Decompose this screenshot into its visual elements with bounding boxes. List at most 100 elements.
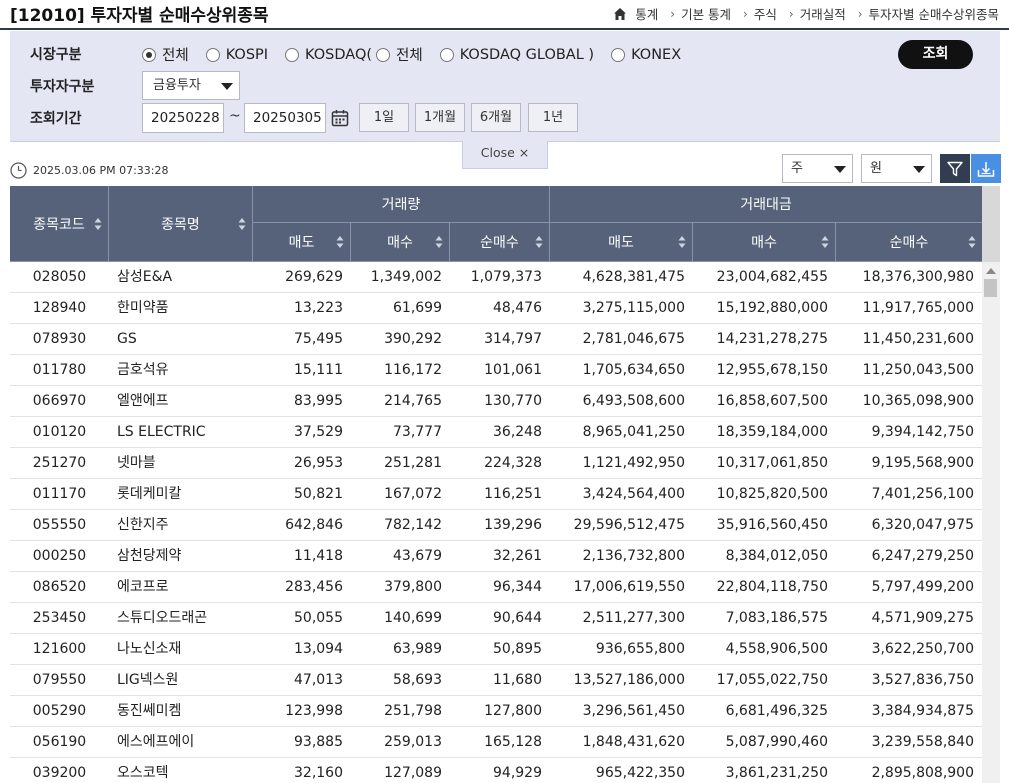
breadcrumb-item-stats[interactable]: 통계 xyxy=(635,4,658,23)
cell-amount-buy: 18,359,184,000 xyxy=(716,424,828,440)
column-header-volume-sell[interactable]: 매도 xyxy=(253,223,351,262)
radio-market-all[interactable]: 전체 xyxy=(142,44,189,65)
radio-market-kosdaq-global[interactable]: KOSDAQ GLOBAL ) xyxy=(439,47,594,63)
sort-icon[interactable] xyxy=(238,217,246,231)
cell-volume-net: 165,128 xyxy=(484,734,542,750)
table-row[interactable]: 010120 LS ELECTRIC 37,529 73,777 36,248 8,965… xyxy=(10,417,982,448)
sort-icon[interactable] xyxy=(94,217,102,231)
cell-amount-net: 2,895,808,900 xyxy=(871,765,974,781)
table-row[interactable]: 079550 LIG넥스원 47,013 58,693 11,680 13,527,186… xyxy=(10,665,982,696)
currency-unit-select[interactable]: 원 xyxy=(861,154,932,183)
radio-unchecked-icon[interactable] xyxy=(285,47,300,62)
table-row[interactable]: 066970 엘앤에프 83,995 214,765 130,770 6,493,508,… xyxy=(10,386,982,417)
table-row[interactable]: 039200 오스코텍 32,160 127,089 94,929 965,422,350… xyxy=(10,758,982,783)
column-header-volume-net[interactable]: 순매수 xyxy=(450,223,550,262)
table-row[interactable]: 251270 넷마블 26,953 251,281 224,328 1,121,492,9… xyxy=(10,448,982,479)
radio-unchecked-icon[interactable] xyxy=(376,47,391,62)
cell-volume-net: 116,251 xyxy=(484,486,542,502)
investor-select[interactable]: 금융투자 xyxy=(142,71,240,100)
scrollbar-thumb[interactable] xyxy=(984,279,997,297)
cell-volume-net: 139,296 xyxy=(484,517,542,533)
table-row[interactable]: 000250 삼천당제약 11,418 43,679 32,261 2,136,732,8… xyxy=(10,541,982,572)
download-button[interactable] xyxy=(971,154,1001,183)
period-button-1m[interactable]: 1개월 xyxy=(415,103,465,132)
breadcrumb-item-stock[interactable]: 주식 xyxy=(754,4,777,23)
cell-amount-net: 3,622,250,700 xyxy=(871,641,974,657)
column-header-label: 순매수 xyxy=(889,235,929,251)
share-unit-select[interactable]: 주 xyxy=(782,154,853,183)
table-row[interactable]: 086520 에코프로 283,456 379,800 96,344 17,006,619… xyxy=(10,572,982,603)
cell-volume-sell: 283,456 xyxy=(285,579,343,595)
sort-icon[interactable] xyxy=(535,235,543,249)
column-header-name[interactable]: 종목명 xyxy=(109,186,253,262)
calendar-button[interactable] xyxy=(328,103,352,133)
close-panel-button[interactable]: Close × xyxy=(462,141,548,169)
cell-volume-buy: 127,089 xyxy=(384,765,442,781)
cell-amount-sell: 6,493,508,600 xyxy=(582,393,685,409)
radio-market-kosdaq-all[interactable]: 전체 xyxy=(376,44,423,65)
cell-amount-buy: 17,055,022,750 xyxy=(716,672,828,688)
sort-icon[interactable] xyxy=(821,235,829,249)
table-row[interactable]: 011170 롯데케미칼 50,821 167,072 116,251 3,424,564… xyxy=(10,479,982,510)
cell-amount-net: 18,376,300,980 xyxy=(862,269,974,285)
table-row[interactable]: 005290 동진쎄미켐 123,998 251,798 127,800 3,296,56… xyxy=(10,696,982,727)
table-row[interactable]: 028050 삼성E&A 269,629 1,349,002 1,079,373 4,62… xyxy=(10,262,982,293)
table-row[interactable]: 055550 신한지주 642,846 782,142 139,296 29,596,51… xyxy=(10,510,982,541)
cell-amount-buy: 14,231,278,275 xyxy=(716,331,828,347)
sort-icon[interactable] xyxy=(678,235,686,249)
column-header-label: 매도 xyxy=(288,235,315,251)
sort-icon[interactable] xyxy=(435,235,443,249)
period-button-6m[interactable]: 6개월 xyxy=(471,103,521,132)
table-header: 종목코드 종목명 거래량 거래대금 매도 매수 순매수 매도 매수 순매수 xyxy=(10,186,982,262)
column-header-amount-buy[interactable]: 매수 xyxy=(693,223,836,262)
cell-amount-buy: 5,087,990,460 xyxy=(725,734,828,750)
cell-amount-buy: 23,004,682,455 xyxy=(716,269,828,285)
cell-amount-sell: 965,422,350 xyxy=(595,765,685,781)
radio-market-konex[interactable]: KONEX xyxy=(611,47,681,63)
table-row[interactable]: 078930 GS 75,495 390,292 314,797 2,781,046,67… xyxy=(10,324,982,355)
cell-volume-buy: 167,072 xyxy=(384,486,442,502)
cell-amount-net: 10,365,098,900 xyxy=(862,393,974,409)
radio-label: KOSPI xyxy=(225,46,269,63)
table-row[interactable]: 011780 금호석유 15,111 116,172 101,061 1,705,634,… xyxy=(10,355,982,386)
radio-checked-icon[interactable] xyxy=(142,47,156,62)
date-from-input[interactable]: 20250228 xyxy=(142,103,224,133)
search-button[interactable]: 조회 xyxy=(898,40,973,69)
breadcrumb-item-current[interactable]: 투자자별 순매수상위종목 xyxy=(869,4,999,23)
breadcrumb-item-trade-results[interactable]: 거래실적 xyxy=(800,4,846,23)
breadcrumb-item-basic-stats[interactable]: 기본 통계 xyxy=(681,4,731,23)
radio-market-kosdaq[interactable]: KOSDAQ( xyxy=(285,47,372,63)
cell-amount-buy: 22,804,118,750 xyxy=(716,579,828,595)
cell-name: 삼성E&A xyxy=(117,269,173,285)
table-row[interactable]: 128940 한미약품 13,223 61,699 48,476 3,275,115,00… xyxy=(10,293,982,324)
sort-icon[interactable] xyxy=(968,235,976,249)
cell-code: 011780 xyxy=(32,362,87,378)
sort-icon[interactable] xyxy=(336,235,344,249)
date-to-input[interactable]: 20250305 xyxy=(244,103,326,133)
results-table: 종목코드 종목명 거래량 거래대금 매도 매수 순매수 매도 매수 순매수 02… xyxy=(10,186,1000,783)
filter-button[interactable] xyxy=(940,154,970,183)
radio-unchecked-icon[interactable] xyxy=(611,47,626,62)
timestamp-text: 2025.03.06 PM 07:33:28 xyxy=(33,164,169,177)
radio-unchecked-icon[interactable] xyxy=(439,47,454,62)
table-row[interactable]: 253450 스튜디오드래곤 50,055 140,699 90,644 2,511,27… xyxy=(10,603,982,634)
scroll-up-icon[interactable] xyxy=(986,268,996,274)
table-row[interactable]: 121600 나노신소재 13,094 63,989 50,895 936,655,800… xyxy=(10,634,982,665)
cell-name: 엘앤에프 xyxy=(117,393,169,409)
table-row[interactable]: 056190 에스에프에이 93,885 259,013 165,128 1,848,43… xyxy=(10,727,982,758)
cell-amount-buy: 12,955,678,150 xyxy=(716,362,828,378)
column-header-code[interactable]: 종목코드 xyxy=(10,186,109,262)
chevron-right-icon: › xyxy=(670,6,676,21)
cell-volume-net: 32,261 xyxy=(493,548,542,564)
column-header-amount-sell[interactable]: 매도 xyxy=(550,223,693,262)
radio-unchecked-icon[interactable] xyxy=(205,47,220,62)
column-header-volume-buy[interactable]: 매수 xyxy=(351,223,450,262)
home-icon[interactable] xyxy=(613,7,627,21)
vertical-scrollbar[interactable] xyxy=(982,186,1000,783)
radio-market-kospi[interactable]: KOSPI xyxy=(205,46,269,63)
period-button-1d[interactable]: 1일 xyxy=(359,103,409,132)
column-header-amount-net[interactable]: 순매수 xyxy=(836,223,982,262)
period-label: 조회기간 xyxy=(30,111,82,127)
period-button-1y[interactable]: 1년 xyxy=(528,103,578,132)
cell-volume-net: 127,800 xyxy=(484,703,542,719)
